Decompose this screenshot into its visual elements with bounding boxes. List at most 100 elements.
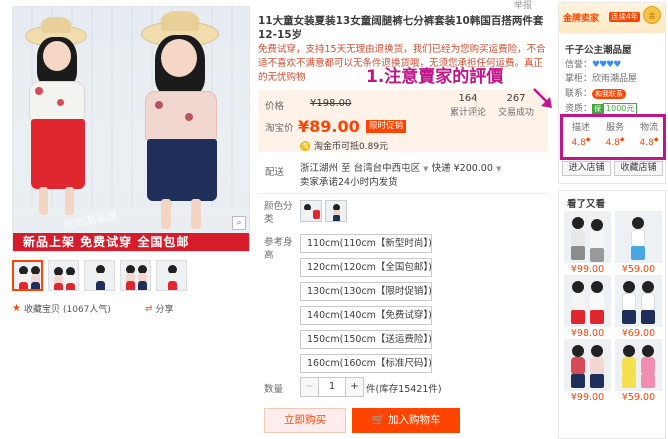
- recommend-item-price: ¥59.00: [621, 392, 656, 403]
- collect-count: (1067人气): [62, 305, 111, 315]
- recommend-item[interactable]: ¥99.00: [564, 211, 611, 276]
- reviews-label: 累计评论: [449, 108, 486, 118]
- price-label: 价格: [265, 101, 285, 112]
- thumbnail-3[interactable]: [84, 260, 115, 291]
- recommend-item-image: [615, 339, 662, 391]
- section-divider: [258, 193, 548, 194]
- buy-now-button[interactable]: 立即购买: [264, 408, 346, 433]
- contact-button[interactable]: 和我联系: [592, 89, 627, 99]
- color-label: 颜色分类: [264, 201, 293, 225]
- recommend-item-image: [615, 211, 662, 263]
- stat-divider: [476, 96, 477, 118]
- credit-hearts-icon: ♥♥♥♥: [592, 60, 621, 70]
- deposit-label: 资质：: [565, 104, 593, 114]
- credit-label: 信誉：: [565, 60, 593, 70]
- favorite-shop-button[interactable]: 收藏店铺: [614, 161, 663, 176]
- ship-destination-select[interactable]: 台湾台中西屯区 ▼: [354, 163, 429, 174]
- size-option-120[interactable]: 120cm(120cm【全国包邮】): [300, 258, 432, 277]
- quantity-stepper: − 1 +: [300, 377, 364, 397]
- keeper-name[interactable]: 欣雨潮品屋: [592, 74, 637, 84]
- color-swatch-1[interactable]: [300, 200, 322, 222]
- crown-icon: 金: [643, 6, 661, 24]
- taobao-price: ¥89.00: [298, 117, 360, 136]
- add-to-cart-button[interactable]: 🛒 加入购物车: [352, 408, 460, 433]
- gold-seller-badge: 金牌卖家: [563, 14, 600, 24]
- ship-origin: 浙江湖州: [300, 163, 339, 174]
- quantity-input[interactable]: 1: [319, 378, 345, 396]
- coin-icon: 淘: [300, 140, 310, 151]
- recommend-item[interactable]: ¥59.00: [615, 211, 662, 276]
- recommend-item[interactable]: ¥99.00: [564, 339, 611, 404]
- shipping-info: 浙江湖州 至 台湾台中西屯区 ▼ 快递 ¥200.00 ▼ 卖家承诺24小时内发…: [300, 162, 550, 190]
- shop-contact-row: 联系： 和我联系: [565, 86, 627, 99]
- shop-keeper-row: 掌柜：欣雨潮品屋: [565, 71, 637, 84]
- product-title: 11大童女装夏装13女童阔腿裤七分裤套装10韩国百搭两件套12-15岁: [258, 15, 544, 41]
- recommend-item[interactable]: ¥69.00: [615, 275, 662, 340]
- score-description-label: 描述: [571, 123, 590, 133]
- recommend-item-price: ¥99.00: [570, 392, 605, 403]
- collect-label: 收藏宝贝: [23, 305, 60, 315]
- size-option-160[interactable]: 160cm(160cm【标准尺码】): [300, 354, 432, 373]
- share-label: 分享: [155, 305, 174, 315]
- score-description: 描述 4.8◆: [571, 123, 591, 148]
- quantity-minus-button[interactable]: −: [301, 378, 319, 396]
- size-option-110[interactable]: 110cm(110cm【新型时尚】): [300, 234, 432, 253]
- size-option-130[interactable]: 130cm(130cm【限时促销】): [300, 282, 432, 301]
- caret-down-icon: ▼: [495, 165, 502, 173]
- score-service: 服务 4.8◆: [605, 123, 625, 148]
- add-cart-label: 加入购物车: [387, 414, 441, 426]
- image-banner: 新品上架 免费试穿 全国包邮: [13, 233, 249, 251]
- size-option-150[interactable]: 150cm(150cm【送运费险】): [300, 330, 432, 349]
- ship-promise: 卖家承诺24小时内发货: [300, 177, 398, 188]
- report-link[interactable]: 举报: [514, 0, 532, 11]
- collect-item-link[interactable]: ★ 收藏宝贝 (1067人气): [12, 302, 111, 315]
- recommend-item[interactable]: ¥98.00: [564, 275, 611, 340]
- shop-deposit-row: 资质：保 1000元: [565, 101, 638, 115]
- recommend-panel: 看了又看 ¥99.00 ¥59.00 ¥98.00 ¥69.00 ¥99.00 …: [558, 190, 666, 439]
- star-icon: ★: [12, 303, 21, 314]
- annotation-arrow-icon: [533, 88, 552, 108]
- share-link[interactable]: ⇌ 分享: [145, 302, 174, 316]
- quantity-label: 数量: [264, 384, 284, 395]
- thumbnail-4[interactable]: [120, 260, 151, 291]
- score-service-value: 4.8: [605, 138, 620, 148]
- recommend-item-image: [564, 211, 611, 263]
- deposit-icon: 保: [592, 104, 604, 114]
- score-logistics-label: 物流: [639, 123, 658, 133]
- recommend-title: 看了又看: [567, 199, 606, 210]
- model-girl-right: [125, 9, 245, 239]
- promo-tag: 限时促销: [366, 120, 407, 133]
- enter-shop-button[interactable]: 进入店铺: [562, 161, 611, 176]
- deals-label: 交易成功: [497, 108, 534, 118]
- shop-name[interactable]: 千子公主潮品屋: [565, 42, 632, 56]
- thumbnail-2[interactable]: [48, 260, 79, 291]
- thumbnail-5[interactable]: [156, 260, 187, 291]
- coin-text: 淘金币可抵0.89元: [314, 142, 389, 152]
- zoom-icon[interactable]: ⌕: [232, 216, 246, 230]
- shop-score-box: 描述 4.8◆ 服务 4.8◆ 物流 4.8◆: [560, 114, 666, 160]
- color-swatch-2[interactable]: [325, 200, 347, 222]
- original-price: ¥198.00: [310, 98, 352, 109]
- ship-to: 至: [341, 163, 351, 174]
- thumbnail-1[interactable]: [12, 260, 43, 291]
- score-description-value: 4.8: [571, 138, 586, 148]
- score-logistics-value: 4.8: [639, 138, 654, 148]
- size-option-140[interactable]: 140cm(140cm【免费试穿】): [300, 306, 432, 325]
- share-icon: ⇌: [145, 303, 153, 314]
- stock-info: 件(库存15421件): [366, 384, 442, 395]
- shop-buttons: 进入店铺 收藏店铺: [562, 161, 663, 176]
- ship-method-select[interactable]: 快递 ¥200.00 ▼: [432, 163, 502, 174]
- taobao-price-label: 淘宝价: [265, 123, 294, 134]
- recommend-item[interactable]: ¥59.00: [615, 339, 662, 404]
- thumbnail-strip: [12, 260, 187, 291]
- recommend-item-image: [615, 275, 662, 327]
- ship-fee: ¥200.00: [453, 163, 493, 174]
- quantity-plus-button[interactable]: +: [345, 378, 363, 396]
- score-service-label: 服务: [605, 123, 624, 133]
- taobao-coin-info: 淘 淘金币可抵0.89元: [300, 139, 388, 152]
- keeper-label: 掌柜：: [565, 74, 593, 84]
- product-main-image[interactable]: 欣雨潮品屋 ⌕ 新品上架 免费试穿 全国包邮: [12, 6, 250, 252]
- ship-method: 快递: [431, 163, 451, 174]
- size-label: 参考身高: [264, 237, 293, 261]
- shipping-label: 配送: [265, 167, 285, 178]
